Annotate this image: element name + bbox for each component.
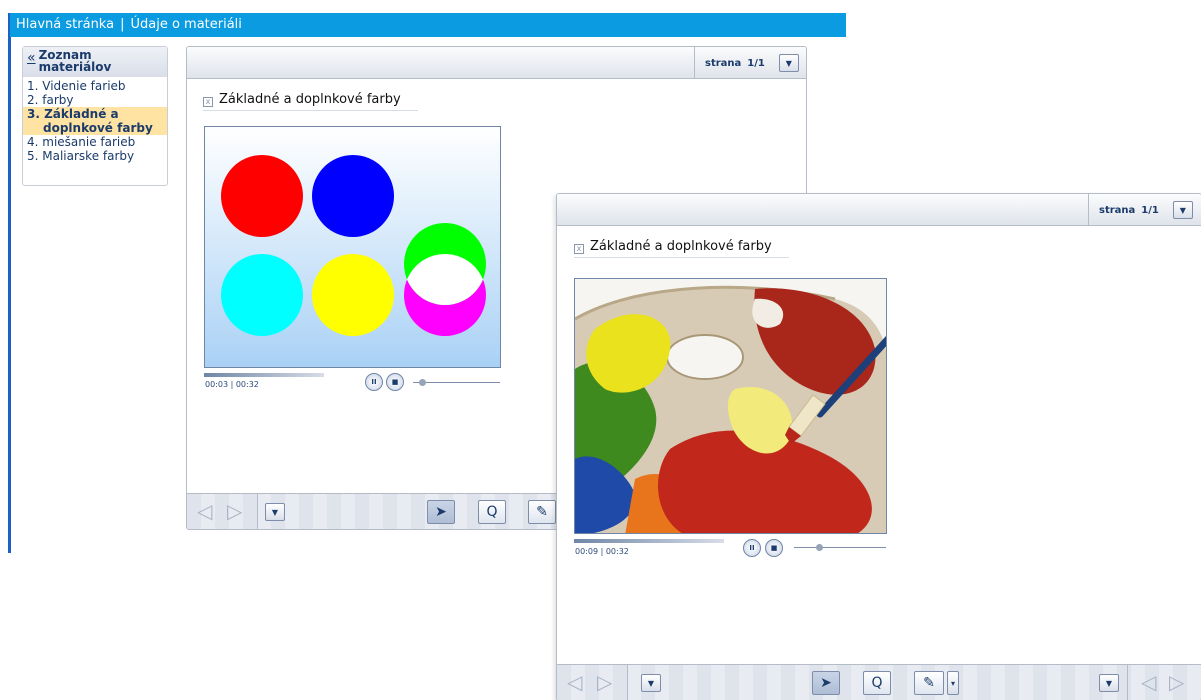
- palette-thumb-hole: [666, 334, 744, 380]
- materials-sidebar: « Zoznam materiálov 1. Videnie farieb 2.…: [22, 46, 168, 186]
- color-circles-diagram: [221, 155, 486, 336]
- pen-tool-button[interactable]: ✎: [914, 671, 944, 695]
- search-tool-button[interactable]: Q: [863, 671, 891, 695]
- time-elapsed: 00:09: [575, 547, 599, 556]
- search-tool-button[interactable]: Q: [478, 500, 506, 524]
- timecode: 00:09 | 00:32: [575, 547, 629, 556]
- sidebar-item-label-line1: 3. Základné a: [27, 107, 119, 121]
- prev-page-icon[interactable]: ◁: [197, 500, 212, 522]
- top-breadcrumb-bar: Hlavná stránka | Údaje o materiáli: [10, 13, 846, 37]
- collapse-sidebar-icon[interactable]: «: [27, 49, 36, 67]
- sidebar-item-farby[interactable]: 2. farby: [23, 93, 167, 107]
- sidebar-header: « Zoznam materiálov: [23, 47, 167, 77]
- sidebar-item-label-line2: doplnkové farby: [43, 121, 153, 135]
- volume-slider-track[interactable]: [413, 382, 500, 383]
- close-icon[interactable]: x: [203, 97, 213, 107]
- toolbar-divider: [257, 494, 258, 529]
- time-total: 00:32: [605, 547, 629, 556]
- sidebar-title: Zoznam materiálov: [39, 49, 112, 73]
- next-page-icon-right[interactable]: ▷: [1169, 671, 1184, 693]
- item-title: x Základné a doplnkové farby: [203, 91, 418, 111]
- timecode: 00:03 | 00:32: [205, 380, 259, 389]
- toolbar-divider: [627, 665, 628, 700]
- page-indicator: strana 1/1 ▼: [1088, 194, 1193, 226]
- blue-circle: [312, 155, 394, 237]
- paint-palette-image: [575, 279, 886, 533]
- close-icon[interactable]: x: [574, 244, 584, 254]
- home-link[interactable]: Hlavná stránka: [16, 17, 114, 32]
- materials-list: 1. Videnie farieb 2. farby 3. Základné a…: [23, 77, 167, 163]
- prev-page-icon-right[interactable]: ◁: [1141, 671, 1156, 693]
- volume-slider-knob[interactable]: [816, 544, 823, 551]
- paint-palette-video[interactable]: [574, 278, 887, 534]
- page-value: 1/1: [747, 57, 765, 69]
- page-indicator: strana 1/1 ▼: [694, 47, 799, 79]
- breadcrumb-current: Údaje o materiáli: [130, 17, 242, 32]
- prev-page-icon[interactable]: ◁: [567, 671, 582, 693]
- viewer-bottom-toolbar: ◁ ▷ ▼ ➤ Q ✎ ▾ ▼ ◁ ▷: [557, 664, 1201, 700]
- pause-button[interactable]: II: [743, 539, 761, 557]
- page-dropdown-icon[interactable]: ▼: [778, 54, 799, 72]
- viewer-window-front: strana 1/1 ▼ x Základné a doplnkové farb…: [556, 193, 1201, 700]
- sidebar-item-videnie-farieb[interactable]: 1. Videnie farieb: [23, 79, 167, 93]
- pointer-tool-button[interactable]: ➤: [812, 671, 840, 695]
- time-elapsed: 00:03: [205, 380, 229, 389]
- page-value: 1/1: [1141, 204, 1159, 216]
- item-title-text: Základné a doplnkové farby: [590, 238, 772, 254]
- time-total: 00:32: [235, 380, 259, 389]
- volume-slider-track[interactable]: [794, 547, 886, 548]
- sidebar-item-miesanie-farieb[interactable]: 4. miešanie farieb: [23, 135, 167, 149]
- page-dropdown-icon[interactable]: ▼: [1172, 201, 1193, 219]
- stop-button[interactable]: ■: [386, 373, 404, 391]
- left-border-rule: [8, 13, 11, 553]
- pen-tool-button[interactable]: ✎: [528, 500, 556, 524]
- next-page-icon[interactable]: ▷: [597, 671, 612, 693]
- item-title: x Základné a doplnkové farby: [574, 238, 789, 258]
- breadcrumb-separator: |: [120, 17, 125, 32]
- item-title-text: Základné a doplnkové farby: [219, 91, 401, 107]
- toolbar-divider: [1127, 665, 1128, 700]
- pen-options-dropdown-icon[interactable]: ▾: [947, 671, 959, 695]
- red-circle: [221, 155, 303, 237]
- menu-dropdown-icon[interactable]: ▼: [265, 503, 285, 521]
- page-label: strana: [705, 57, 742, 69]
- viewer-top-bar: strana 1/1 ▼: [187, 47, 806, 79]
- stop-button[interactable]: ■: [765, 539, 783, 557]
- video-progress-bar[interactable]: [574, 539, 724, 543]
- yellow-circle: [312, 254, 394, 336]
- viewer-top-bar: strana 1/1 ▼: [557, 194, 1201, 226]
- pause-button[interactable]: II: [365, 373, 383, 391]
- sidebar-title-line2: materiálov: [38, 60, 112, 74]
- next-page-icon[interactable]: ▷: [227, 500, 242, 522]
- sidebar-item-maliarske-farby[interactable]: 5. Maliarske farby: [23, 149, 167, 163]
- menu-dropdown-icon[interactable]: ▼: [641, 674, 661, 692]
- video-progress-bar[interactable]: [204, 373, 324, 377]
- secondary-menu-dropdown-icon[interactable]: ▼: [1099, 674, 1119, 692]
- cyan-circle: [221, 254, 303, 336]
- sidebar-item-zakladne-doplnkove-farby[interactable]: 3. Základné a doplnkové farby: [23, 107, 167, 135]
- color-circles-video[interactable]: [204, 126, 501, 368]
- volume-slider-knob[interactable]: [419, 379, 426, 386]
- page-label: strana: [1099, 204, 1136, 216]
- pointer-tool-button[interactable]: ➤: [427, 500, 455, 524]
